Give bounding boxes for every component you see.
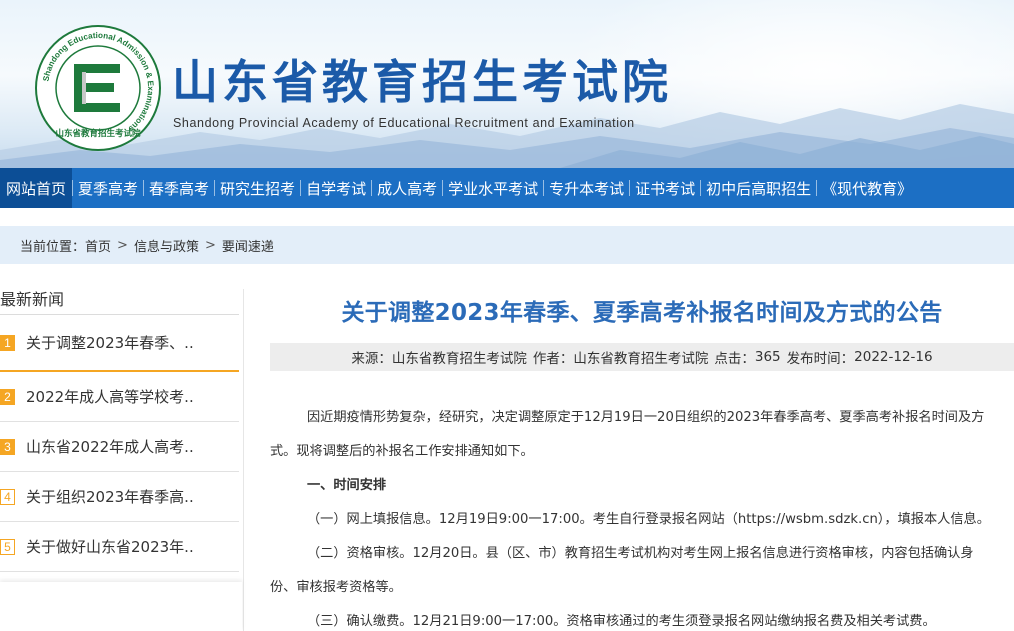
list-item-title[interactable]: 关于调整2023年春季、..: [26, 332, 194, 353]
meta-clicks-label: 点击：: [714, 351, 755, 367]
latest-news-sidebar: 最新新闻 1 关于调整2023年春季、.. 2 2022年成人高等学校考.. 3…: [0, 289, 244, 631]
site-title: 山东省教育招生考试院: [172, 55, 672, 109]
seal-bottom-text: 山东省教育招生考试院: [55, 128, 141, 139]
meta-source: 山东省教育招生考试院: [391, 351, 527, 367]
sidebar-title: 最新新闻: [0, 289, 239, 315]
breadcrumb-separator: >: [117, 237, 128, 253]
list-item[interactable]: 5 关于做好山东省2023年..: [0, 522, 239, 572]
meta-date: 2022-12-16: [854, 349, 933, 365]
article-meta: 来源： 山东省教育招生考试院 作者： 山东省教育招生考试院 点击： 365 发布…: [270, 343, 1014, 371]
nav-item-home[interactable]: 网站首页: [0, 168, 73, 208]
list-item-title[interactable]: 2022年成人高等学校考..: [26, 386, 194, 407]
list-item-number: 5: [0, 538, 15, 555]
nav-item-proficiency-exam[interactable]: 学业水平考试: [443, 168, 543, 208]
main-nav: 网站首页 夏季高考 春季高考 研究生招考 自学考试 成人高考 学业水平考试 专升…: [0, 168, 1014, 208]
sidebar-next-panel: [0, 582, 242, 631]
paragraph: （三）确认缴费。12月21日9:00一17:00。资格审核通过的考生须登录报名网…: [307, 614, 936, 629]
article-title: 关于调整2023年春季、夏季高考补报名时间及方式的公告: [341, 300, 943, 326]
site-subtitle-en: Shandong Provincial Academy of Education…: [173, 116, 635, 130]
article-body: 因近期疫情形势复杂，经研究，决定调整原定于12月19日一20日组织的2023年春…: [270, 401, 1014, 631]
nav-item-graduate-exam[interactable]: 研究生招考: [215, 168, 300, 208]
breadcrumb-separator: >: [204, 237, 216, 253]
nav-item-summer-exam[interactable]: 夏季高考: [73, 168, 143, 208]
breadcrumb-label: 当前位置：: [20, 239, 86, 255]
breadcrumb: 当前位置： 首页 > 信息与政策 > 要闻速递: [0, 226, 1014, 264]
list-item-title[interactable]: 关于做好山东省2023年..: [26, 536, 194, 557]
list-item[interactable]: 1 关于调整2023年春季、..: [0, 315, 239, 372]
nav-item-modern-education[interactable]: 《现代教育》: [817, 168, 917, 208]
nav-item-self-study-exam[interactable]: 自学考试: [301, 168, 371, 208]
breadcrumb-info-policy[interactable]: 信息与政策: [134, 236, 199, 255]
paragraph: 式。现将调整后的补报名工作安排通知如下。: [270, 444, 534, 459]
list-item[interactable]: 3 山东省2022年成人高考..: [0, 422, 239, 472]
list-item-number: 4: [0, 488, 15, 505]
breadcrumb-home[interactable]: 首页: [85, 236, 111, 255]
paragraph: （二）资格审核。12月20日。县（区、市）教育招生考试机构对考生网上报名信息进行…: [307, 546, 974, 561]
nav-item-upgrade-exam[interactable]: 专升本考试: [544, 168, 629, 208]
meta-author-label: 作者：: [532, 351, 574, 367]
meta-author: 山东省教育招生考试院: [573, 351, 709, 367]
meta-source-label: 来源：: [351, 351, 392, 367]
list-item-number: 3: [0, 438, 15, 455]
list-item-title[interactable]: 山东省2022年成人高考..: [26, 436, 194, 457]
nav-item-certificate-exam[interactable]: 证书考试: [630, 168, 700, 208]
list-item[interactable]: 4 关于组织2023年春季高..: [0, 472, 239, 522]
meta-date-label: 发布时间：: [786, 351, 855, 367]
list-item-number: 1: [0, 334, 15, 351]
site-header: Shandong Educational Admission & Examina…: [0, 0, 1014, 168]
meta-clicks: 365: [754, 349, 781, 365]
list-item-number: 2: [0, 388, 15, 405]
paragraph: 份、审核报考资格等。: [270, 580, 402, 595]
site-logo-seal[interactable]: Shandong Educational Admission & Examina…: [34, 24, 162, 152]
nav-item-vocational-enrollment[interactable]: 初中后高职招生: [701, 168, 816, 208]
paragraph: （一）网上填报信息。12月19日9:00一17:00。考生自行登录报名网站（ht…: [307, 512, 990, 527]
nav-item-spring-exam[interactable]: 春季高考: [144, 168, 214, 208]
latest-news-list: 1 关于调整2023年春季、.. 2 2022年成人高等学校考.. 3 山东省2…: [0, 315, 239, 572]
article: 关于调整2023年春季、夏季高考补报名时间及方式的公告 来源： 山东省教育招生考…: [270, 289, 1014, 631]
nav-item-adult-exam[interactable]: 成人高考: [372, 168, 442, 208]
breadcrumb-news-express[interactable]: 要闻速递: [222, 236, 274, 255]
section-heading: 一、时间安排: [307, 478, 387, 493]
paragraph: 因近期疫情形势复杂，经研究，决定调整原定于12月19日一20日组织的2023年春…: [307, 410, 985, 425]
list-item-title[interactable]: 关于组织2023年春季高..: [26, 486, 194, 507]
seal-emblem-icon: Shandong Educational Admission & Examina…: [35, 25, 161, 151]
list-item[interactable]: 2 2022年成人高等学校考..: [0, 372, 239, 422]
